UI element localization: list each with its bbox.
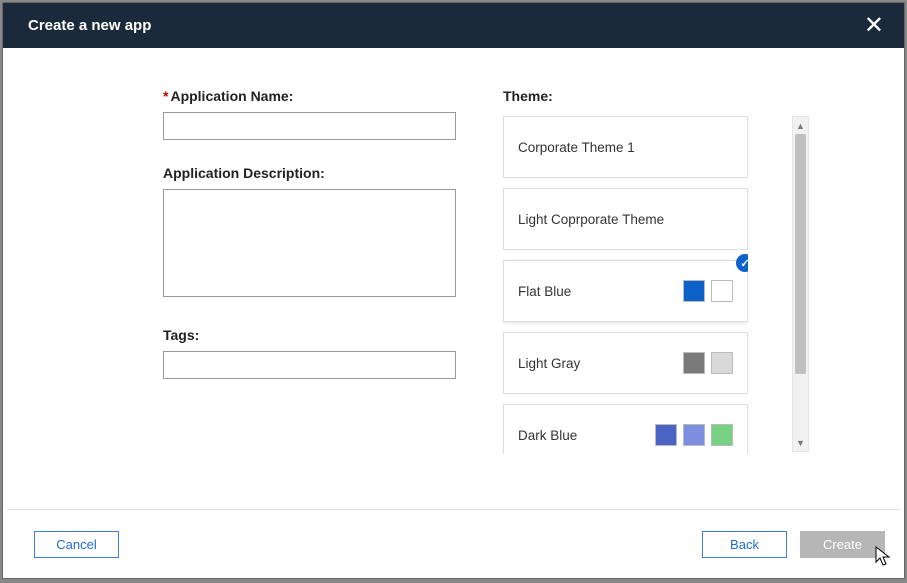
scroll-up-icon[interactable]: ▲ [793, 117, 808, 134]
theme-label: Theme: [503, 88, 809, 104]
color-swatch [683, 280, 705, 302]
theme-swatches [683, 280, 733, 302]
tags-label: Tags: [163, 327, 458, 343]
app-desc-input[interactable] [163, 189, 456, 297]
color-swatch [683, 352, 705, 374]
theme-scrollbar[interactable]: ▲ ▼ [792, 116, 809, 452]
app-name-label: *Application Name: [163, 88, 458, 104]
app-desc-group: Application Description: [163, 165, 458, 302]
color-swatch [711, 424, 733, 446]
theme-card-name: Light Coprporate Theme [518, 212, 664, 227]
theme-card[interactable]: Light Coprporate Theme [503, 188, 748, 250]
modal-header: Create a new app ✕ [3, 3, 904, 48]
color-swatch [711, 352, 733, 374]
close-icon[interactable]: ✕ [864, 14, 884, 38]
check-icon: ✓ [736, 254, 748, 272]
theme-card-name: Flat Blue [518, 284, 571, 299]
theme-list-wrap: Corporate Theme 1 Light Coprporate Theme F… [503, 116, 809, 454]
create-app-modal: Create a new app ✕ *Application Name: Ap… [2, 2, 905, 579]
modal-footer: Cancel Back Create [7, 509, 900, 578]
app-name-group: *Application Name: [163, 88, 458, 140]
app-name-label-text: Application Name: [170, 88, 293, 104]
theme-card-name: Light Gray [518, 356, 580, 371]
modal-body: *Application Name: Application Descripti… [3, 48, 904, 509]
theme-swatches [683, 352, 733, 374]
color-swatch [655, 424, 677, 446]
create-button[interactable]: Create [800, 531, 885, 558]
back-button[interactable]: Back [702, 531, 787, 558]
app-desc-label: Application Description: [163, 165, 458, 181]
theme-section: Theme: Corporate Theme 1 Light Coprporate… [503, 88, 809, 454]
scroll-down-icon[interactable]: ▼ [793, 434, 808, 451]
theme-card[interactable]: Light Gray [503, 332, 748, 394]
theme-card[interactable]: Corporate Theme 1 [503, 116, 748, 178]
theme-card[interactable]: Dark Blue [503, 404, 748, 454]
theme-swatches [655, 424, 733, 446]
form-left-column: *Application Name: Application Descripti… [163, 88, 458, 509]
footer-right: Back Create [702, 531, 885, 558]
tags-input[interactable] [163, 351, 456, 379]
color-swatch [711, 280, 733, 302]
required-star-icon: * [163, 88, 168, 104]
cancel-button[interactable]: Cancel [34, 531, 119, 558]
app-name-input[interactable] [163, 112, 456, 140]
theme-card-name: Dark Blue [518, 428, 577, 443]
color-swatch [683, 424, 705, 446]
theme-card-name: Corporate Theme 1 [518, 140, 635, 155]
scroll-thumb[interactable] [795, 134, 806, 374]
tags-group: Tags: [163, 327, 458, 379]
theme-list: Corporate Theme 1 Light Coprporate Theme F… [503, 116, 748, 454]
modal-title: Create a new app [28, 17, 151, 34]
theme-card[interactable]: Flat Blue✓ [503, 260, 748, 322]
